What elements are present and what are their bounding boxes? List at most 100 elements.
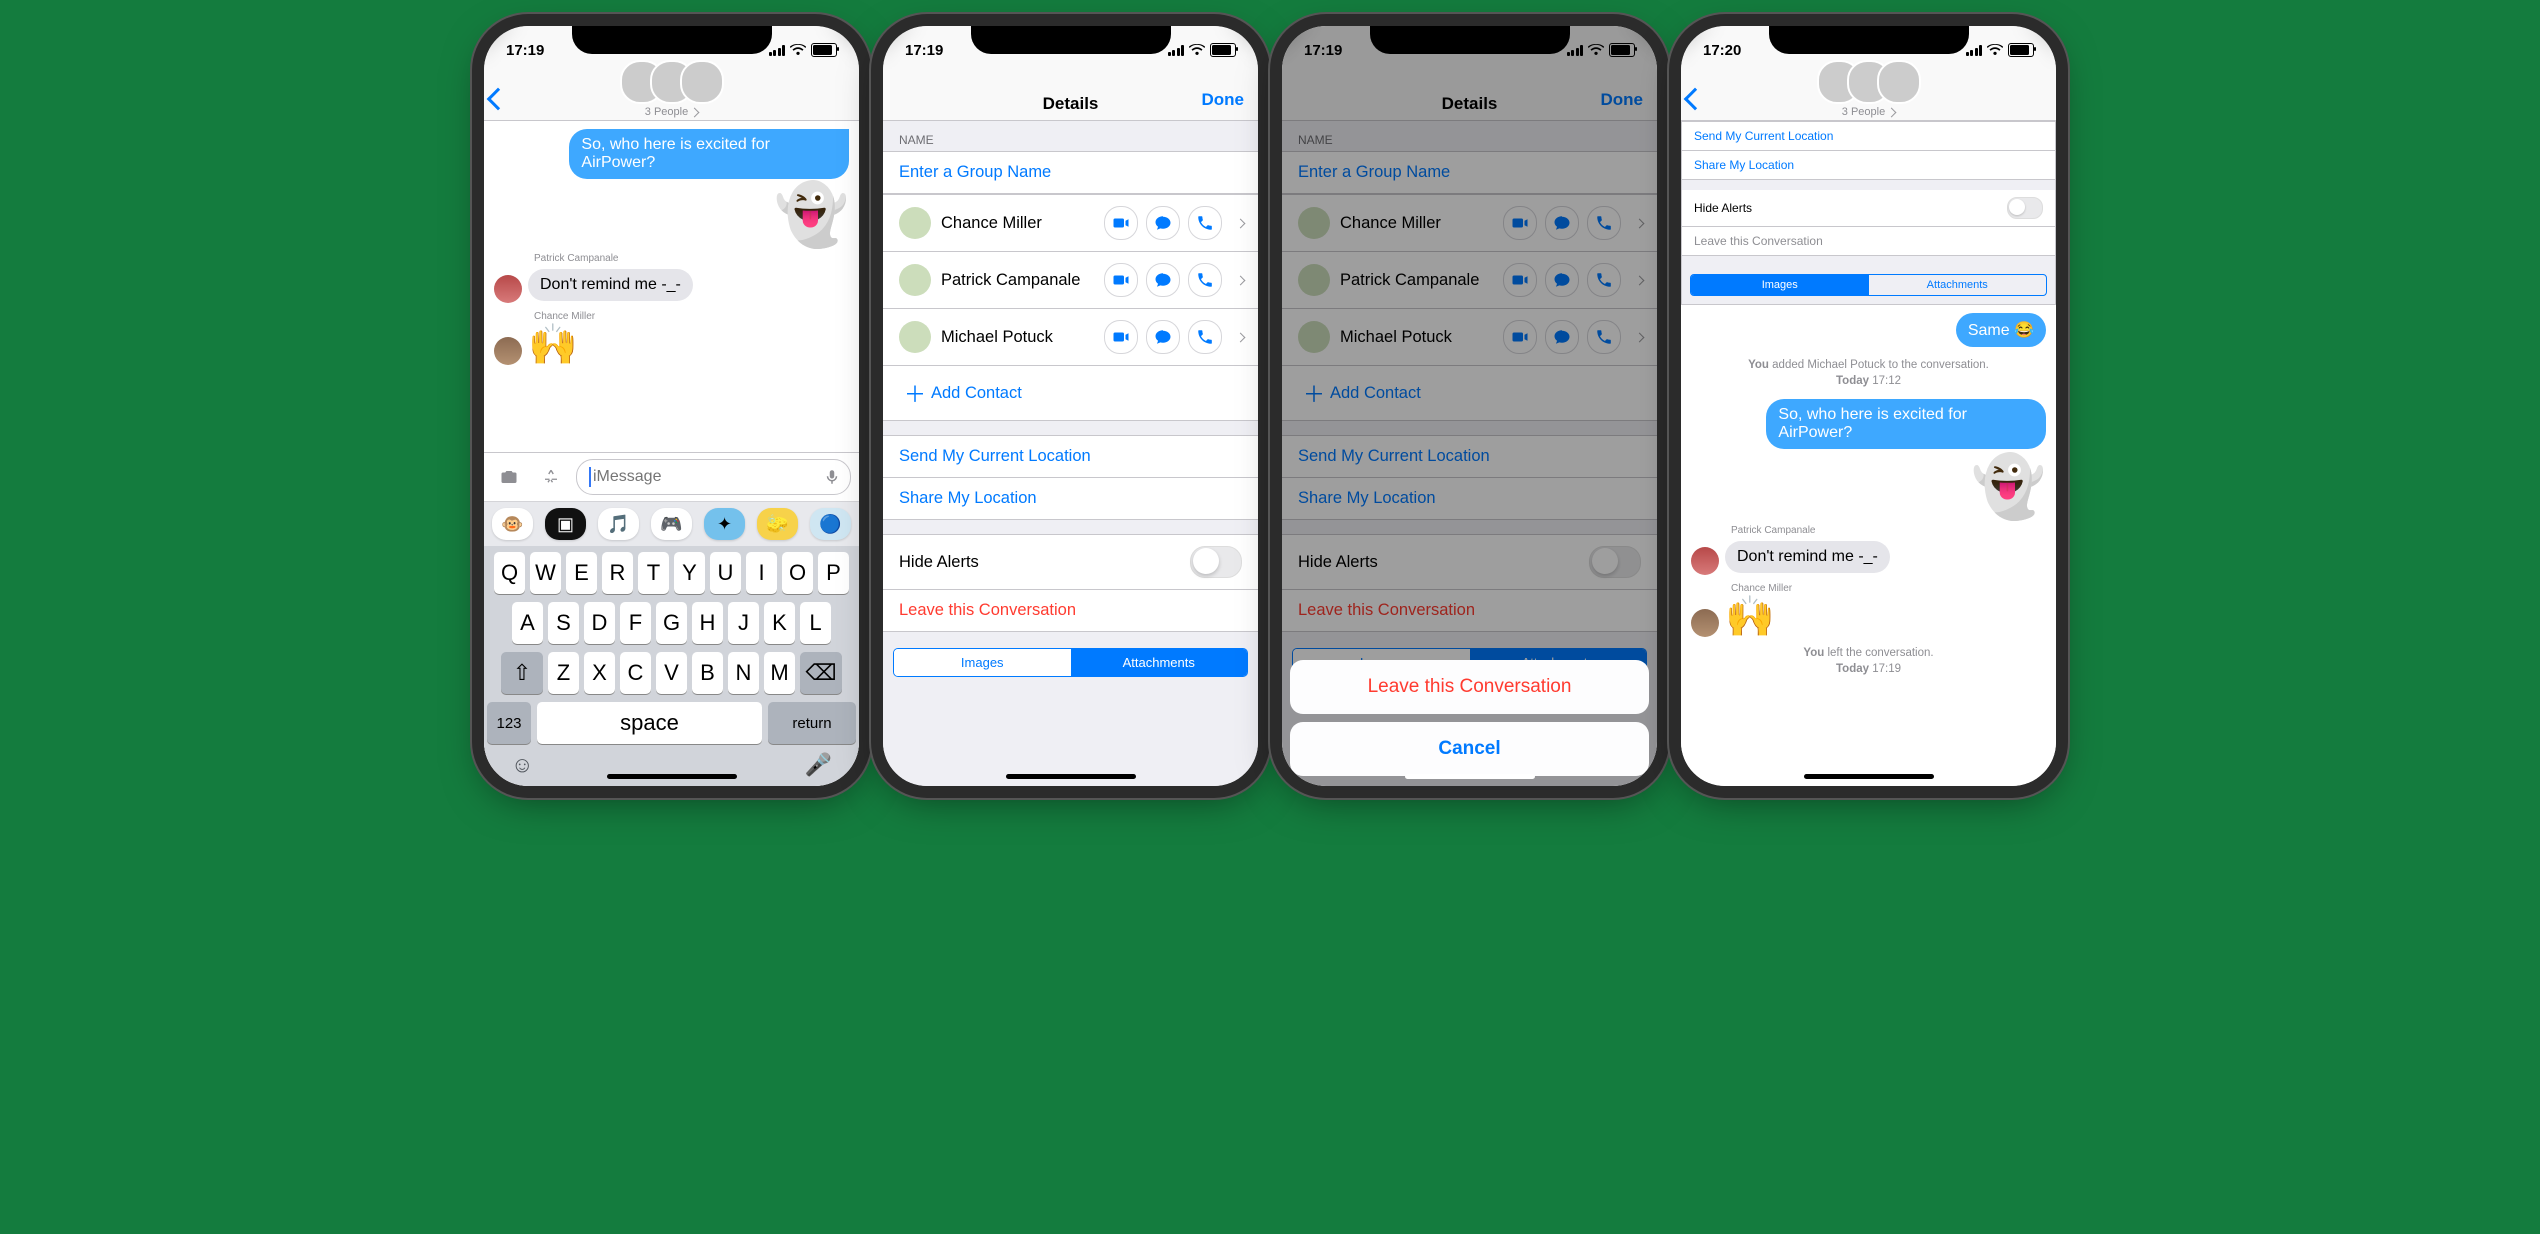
message-button[interactable]	[1146, 263, 1180, 297]
hide-alerts-toggle[interactable]	[2007, 197, 2043, 219]
key[interactable]: R	[602, 552, 633, 594]
details-scroll[interactable]: NAME Enter a Group Name Chance Miller Pa…	[883, 121, 1258, 786]
dictate-button[interactable]	[820, 465, 844, 489]
share-location-button[interactable]: Share My Location	[883, 478, 1258, 520]
key-backspace[interactable]: ⌫	[800, 652, 842, 694]
message-button[interactable]	[1146, 206, 1180, 240]
key[interactable]: Y	[674, 552, 705, 594]
participant-row[interactable]: Chance Miller	[883, 194, 1258, 252]
back-button[interactable]	[490, 91, 506, 112]
message-bubble-received[interactable]: Don't remind me -_-	[528, 269, 693, 301]
key[interactable]: N	[728, 652, 759, 694]
message-bubble-sent[interactable]: So, who here is excited for AirPower?	[569, 129, 849, 179]
add-contact-button[interactable]: ＋Add Contact	[883, 366, 1258, 421]
key-space[interactable]: space	[537, 702, 762, 744]
key[interactable]: J	[728, 602, 759, 644]
leave-conversation-button[interactable]: Leave this Conversation	[883, 590, 1258, 632]
message-bubble-sent[interactable]: So, who here is excited for AirPower?	[1766, 399, 2046, 449]
key[interactable]: E	[566, 552, 597, 594]
message-input[interactable]	[591, 467, 820, 487]
back-button[interactable]	[1687, 91, 1703, 112]
app-stickers-2[interactable]: 🧽	[757, 508, 798, 540]
sheet-cancel-button[interactable]: Cancel	[1290, 722, 1649, 776]
avatar[interactable]	[494, 275, 522, 303]
camera-button[interactable]	[492, 460, 526, 494]
message-bubble-sent[interactable]: Same 😂	[1956, 313, 2046, 347]
group-name-field[interactable]: Enter a Group Name	[883, 151, 1258, 194]
call-button[interactable]	[1188, 320, 1222, 354]
key[interactable]: A	[512, 602, 543, 644]
send-location-button[interactable]: Send My Current Location	[883, 435, 1258, 478]
key[interactable]: T	[638, 552, 669, 594]
facetime-button[interactable]	[1104, 263, 1138, 297]
key[interactable]: V	[656, 652, 687, 694]
message-bubble-received[interactable]: Don't remind me -_-	[1725, 541, 1890, 573]
key[interactable]: K	[764, 602, 795, 644]
key[interactable]: S	[548, 602, 579, 644]
chat-scroll[interactable]: So, who here is excited for AirPower? 👻 …	[484, 121, 859, 786]
keyboard[interactable]: Q W E R T Y U I O P A S D F G H	[484, 546, 859, 786]
key-mic[interactable]: 🎤	[805, 752, 832, 778]
attachments-segmented[interactable]: ImagesAttachments	[1690, 274, 2047, 296]
facetime-button[interactable]	[1104, 320, 1138, 354]
key-return[interactable]: return	[768, 702, 856, 744]
key[interactable]: Q	[494, 552, 525, 594]
segment-images[interactable]: Images	[894, 649, 1071, 676]
app-strip[interactable]: 🐵 ▣ 🎵 🎮 ✦ 🧽 🔵	[484, 501, 859, 546]
app-animoji[interactable]: 🐵	[492, 508, 533, 540]
attachments-segmented[interactable]: Images Attachments	[893, 648, 1248, 677]
key[interactable]: L	[800, 602, 831, 644]
home-indicator[interactable]	[1006, 774, 1136, 779]
home-indicator[interactable]	[1405, 774, 1535, 779]
key[interactable]: I	[746, 552, 777, 594]
home-indicator[interactable]	[1804, 774, 1934, 779]
app-stickers-3[interactable]: 🔵	[810, 508, 851, 540]
key[interactable]: U	[710, 552, 741, 594]
facetime-button[interactable]	[1104, 206, 1138, 240]
call-button[interactable]	[1188, 206, 1222, 240]
key[interactable]: W	[530, 552, 561, 594]
sheet-leave-button[interactable]: Leave this Conversation	[1290, 660, 1649, 714]
key[interactable]: B	[692, 652, 723, 694]
message-button[interactable]	[1146, 320, 1180, 354]
hide-alerts-row[interactable]: Hide Alerts	[1682, 190, 2055, 227]
key[interactable]: X	[584, 652, 615, 694]
hide-alerts-row[interactable]: Hide Alerts	[883, 534, 1258, 590]
send-location-button[interactable]: Send My Current Location	[1682, 122, 2055, 151]
key[interactable]: H	[692, 602, 723, 644]
home-indicator[interactable]	[607, 774, 737, 779]
participant-row[interactable]: Michael Potuck	[883, 309, 1258, 366]
avatar[interactable]	[1691, 547, 1719, 575]
key-123[interactable]: 123	[487, 702, 531, 744]
message-emoji-hands[interactable]: 🙌	[1725, 597, 1775, 637]
key[interactable]: G	[656, 602, 687, 644]
done-button[interactable]: Done	[1202, 90, 1245, 110]
key[interactable]: M	[764, 652, 795, 694]
key[interactable]: Z	[548, 652, 579, 694]
appstore-button[interactable]	[534, 460, 568, 494]
key[interactable]: P	[818, 552, 849, 594]
message-field[interactable]	[576, 459, 851, 495]
segment-images[interactable]: Images	[1691, 275, 1869, 295]
segment-attachments[interactable]: Attachments	[1869, 275, 2047, 295]
avatar[interactable]	[494, 337, 522, 365]
segment-attachments[interactable]: Attachments	[1071, 649, 1248, 676]
app-stickers-1[interactable]: ✦	[704, 508, 745, 540]
app-game[interactable]: 🎮	[651, 508, 692, 540]
call-button[interactable]	[1188, 263, 1222, 297]
key[interactable]: C	[620, 652, 651, 694]
share-location-button[interactable]: Share My Location	[1682, 151, 2055, 180]
avatar[interactable]	[1691, 609, 1719, 637]
key[interactable]: D	[584, 602, 615, 644]
key-emoji[interactable]: ☺	[511, 752, 533, 778]
key[interactable]: F	[620, 602, 651, 644]
chat-scroll[interactable]: Send My Current Location Share My Locati…	[1681, 121, 2056, 786]
message-emoji-ghost[interactable]: 👻	[1971, 457, 2046, 517]
hide-alerts-toggle[interactable]	[1190, 546, 1242, 578]
message-emoji-hands[interactable]: 🙌	[528, 325, 578, 365]
app-digital-touch[interactable]: ▣	[545, 508, 586, 540]
participant-row[interactable]: Patrick Campanale	[883, 252, 1258, 309]
app-music[interactable]: 🎵	[598, 508, 639, 540]
message-emoji-ghost[interactable]: 👻	[774, 185, 849, 245]
key-shift[interactable]: ⇧	[501, 652, 543, 694]
